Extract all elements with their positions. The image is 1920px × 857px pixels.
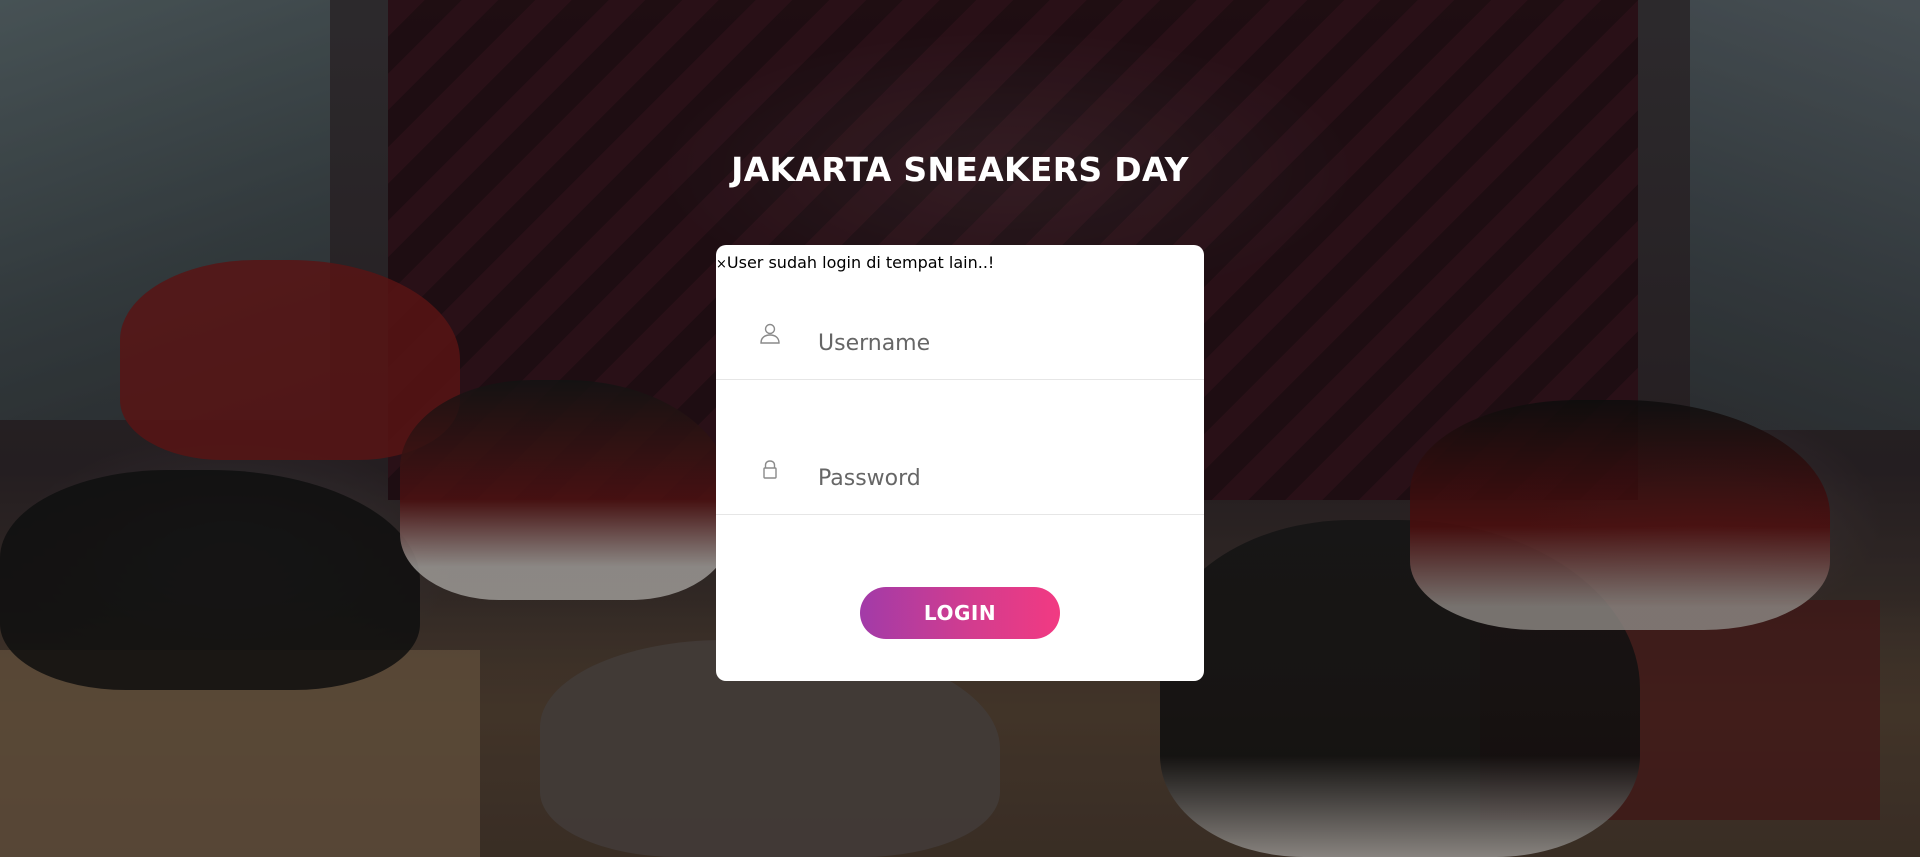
login-card: ×User sudah login di tempat lain..! LOGI… bbox=[716, 245, 1204, 681]
username-field-row bbox=[716, 245, 1204, 380]
login-button[interactable]: LOGIN bbox=[860, 587, 1060, 639]
password-input[interactable] bbox=[816, 457, 1180, 499]
password-field-row bbox=[716, 380, 1204, 515]
page-title: JAKARTA SNEAKERS DAY bbox=[731, 150, 1189, 189]
lock-icon bbox=[758, 458, 782, 482]
user-icon bbox=[758, 321, 782, 345]
login-page: JAKARTA SNEAKERS DAY ×User sudah login d… bbox=[0, 0, 1920, 857]
username-input[interactable] bbox=[816, 322, 1180, 364]
